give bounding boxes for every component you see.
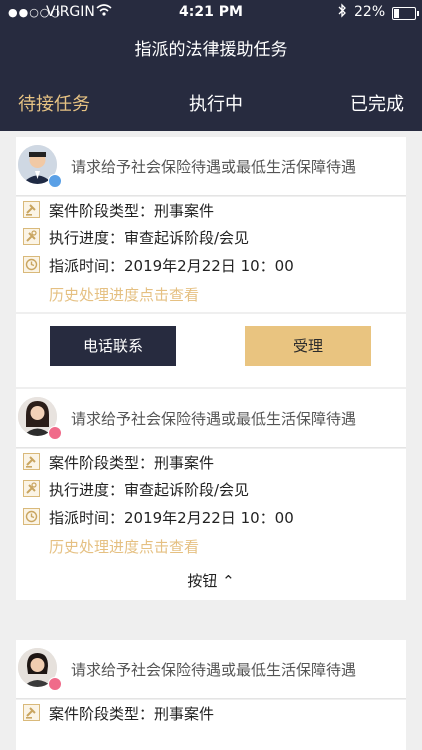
tab-completed[interactable]: 已完成 — [350, 90, 404, 116]
history-link[interactable]: 历史处理进度点击查看 — [49, 536, 199, 557]
case-info: 案件阶段类型：刑事案件 执行进度：审查起诉阶段/会见 指派时间：2019年2月2… — [16, 449, 406, 564]
tab-in-progress[interactable]: 执行中 — [189, 90, 243, 116]
request-row[interactable]: 请求给予社会保险待遇或最低生活保障待遇 — [16, 389, 406, 448]
request-title: 请求给予社会保险待遇或最低生活保障待遇 — [71, 661, 357, 679]
bluetooth-icon — [337, 3, 347, 22]
clock-icon — [23, 508, 40, 525]
male-icon — [48, 174, 62, 188]
call-button[interactable]: 电话联系 — [50, 326, 176, 366]
gavel-icon — [23, 704, 40, 721]
request-row[interactable]: 请求给予社会保险待遇或最低生活保障待遇 — [16, 640, 406, 699]
battery-icon — [392, 7, 419, 20]
app-header: ●●○○○ VIRGIN 4:21 PM 22% 指派的法律援助任务 待接任务 … — [0, 0, 422, 131]
tab-bar: 待接任务 执行中 已完成 — [0, 82, 422, 122]
collapse-toggle-button[interactable]: 按钮 ⌃ — [16, 562, 406, 600]
case-info: 案件阶段类型：刑事案件 执行进度：审查起诉阶段/会见 指派时间：2019年2月2… — [16, 197, 406, 312]
clock-icon — [23, 256, 40, 273]
progress-icon — [23, 480, 40, 497]
request-row[interactable]: 请求给予社会保险待遇或最低生活保障待遇 — [16, 137, 406, 196]
case-info: 案件阶段类型：刑事案件 — [16, 700, 406, 750]
action-area: 电话联系 受理 — [16, 314, 406, 387]
status-bar: ●●○○○ VIRGIN 4:21 PM 22% — [0, 0, 422, 26]
tab-pending[interactable]: 待接任务 — [18, 90, 90, 116]
accept-button[interactable]: 受理 — [245, 326, 371, 366]
request-title: 请求给予社会保险待遇或最低生活保障待遇 — [71, 158, 357, 176]
battery-percent: 22% — [354, 4, 386, 20]
page-title: 指派的法律援助任务 — [134, 40, 288, 60]
progress-icon — [23, 228, 40, 245]
gavel-icon — [23, 201, 40, 218]
female-icon — [48, 677, 62, 691]
history-link[interactable]: 历史处理进度点击查看 — [49, 284, 199, 305]
gavel-icon — [23, 453, 40, 470]
female-icon — [48, 426, 62, 440]
request-title: 请求给予社会保险待遇或最低生活保障待遇 — [71, 410, 357, 428]
